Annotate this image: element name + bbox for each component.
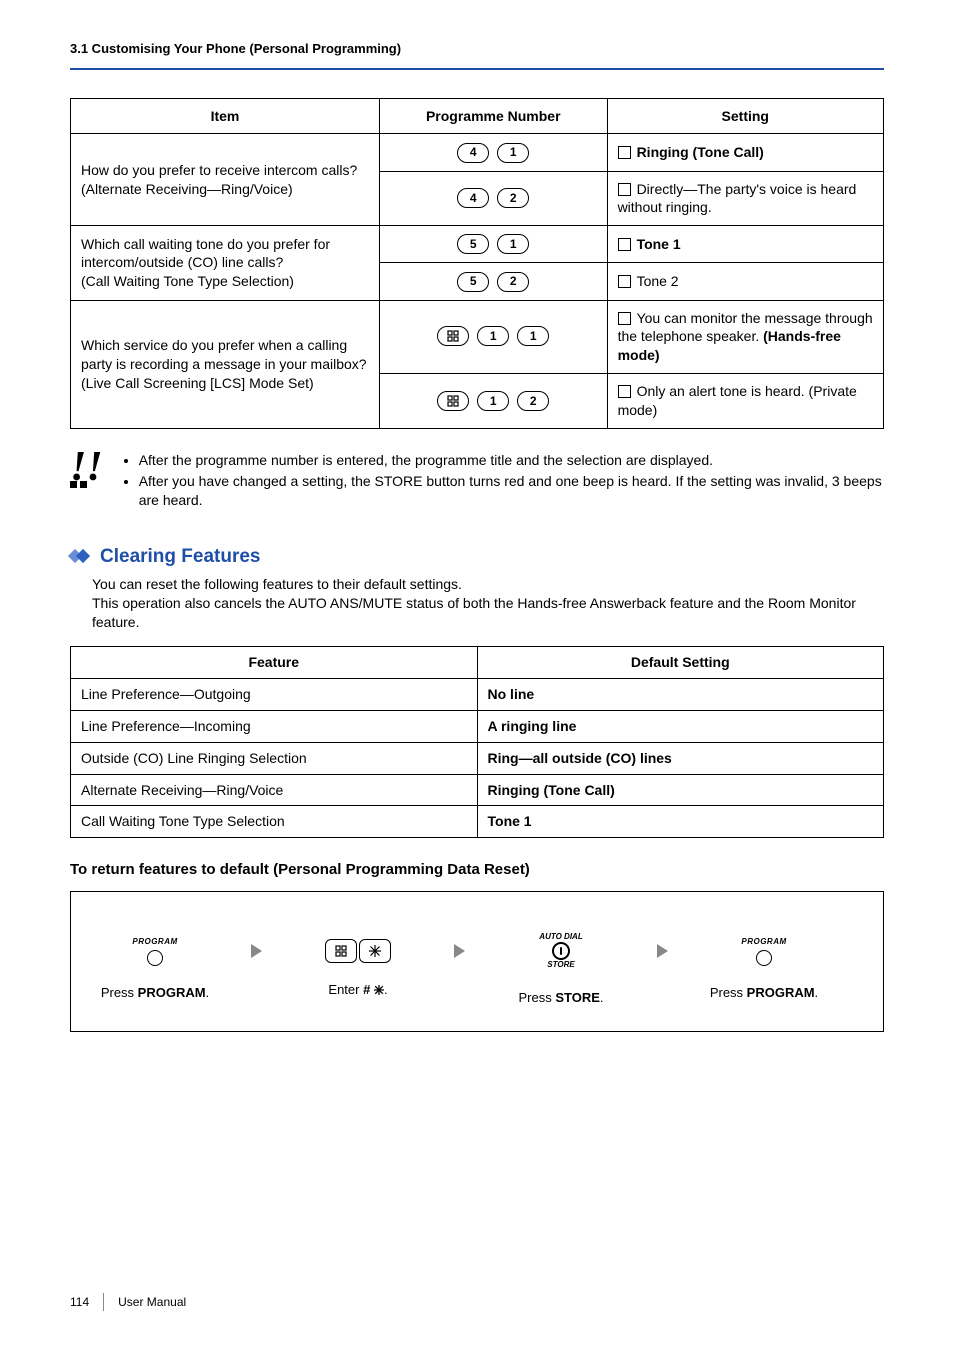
numeric-key: 5 [457,272,489,292]
default-cell: Ring—all outside (CO) lines [477,742,884,774]
subheading: To return features to default (Personal … [70,860,884,880]
header-rule [70,68,884,70]
hash-key-icon [437,391,469,411]
programme-cell: 12 [379,374,607,429]
clearing-body: You can reset the following features to … [92,575,884,632]
exclamation-icon: !! [70,451,103,512]
hash-key-icon [437,326,469,346]
default-cell: A ringing line [477,710,884,742]
page-footer: 114 User Manual [70,1293,186,1311]
setting-cell: You can monitor the message through the … [607,300,883,374]
col-header-default: Default Setting [477,646,884,678]
col-header-feature: Feature [71,646,478,678]
programme-cell: 11 [379,300,607,374]
item-cell: Which call waiting tone do you prefer fo… [71,226,380,300]
program-button-icon: PROGRAM [741,937,786,966]
table-row: How do you prefer to receive intercom ca… [71,134,884,171]
procedure-step: PROGRAM Press PROGRAM. [704,937,824,1001]
procedure-step: AUTO DIALSTORE Press STORE. [501,932,621,1007]
default-cell: No line [477,678,884,710]
clearing-heading-row: Clearing Features [70,544,884,570]
note-item: After the programme number is entered, t… [139,451,884,470]
checkbox-icon [618,146,631,159]
feature-cell: Call Waiting Tone Type Selection [71,806,478,838]
numeric-key: 4 [457,143,489,163]
col-header-item: Item [71,98,380,134]
store-button-icon: AUTO DIALSTORE [539,932,582,972]
diamond-icon [70,548,92,564]
settings-table: Item Programme Number Setting How do you… [70,98,884,429]
programme-cell: 42 [379,171,607,226]
numeric-key: 1 [517,326,549,346]
numeric-key: 2 [497,272,529,292]
section-title: 3.1 Customising Your Phone (Personal Pro… [70,40,884,64]
arrow-icon [454,944,465,958]
defaults-table: Feature Default Setting Line Preference—… [70,646,884,838]
feature-cell: Line Preference—Outgoing [71,678,478,710]
procedure-box: PROGRAM Press PROGRAM. Enter # . AUTO DIALS… [70,891,884,1032]
checkbox-icon [618,312,631,325]
setting-cell: Tone 2 [607,263,883,300]
checkbox-icon [618,183,631,196]
notes-row: !! After the programme number is entered… [70,451,884,512]
arrow-icon [251,944,262,958]
col-header-prog: Programme Number [379,98,607,134]
page-header: 3.1 Customising Your Phone (Personal Pro… [70,40,884,70]
programme-cell: 51 [379,226,607,263]
setting-cell: Tone 1 [607,226,883,263]
table-row: Which service do you prefer when a calli… [71,300,884,374]
default-cell: Tone 1 [477,806,884,838]
feature-cell: Line Preference—Incoming [71,710,478,742]
setting-cell: Only an alert tone is heard. (Private mo… [607,374,883,429]
programme-cell: 41 [379,134,607,171]
procedure-step: PROGRAM Press PROGRAM. [95,937,215,1001]
numeric-key: 1 [497,234,529,254]
col-header-setting: Setting [607,98,883,134]
item-cell: Which service do you prefer when a calli… [71,300,380,428]
table-row: Outside (CO) Line Ringing SelectionRing—… [71,742,884,774]
numeric-key: 1 [477,391,509,411]
clearing-title: Clearing Features [100,544,261,570]
numeric-key: 1 [497,143,529,163]
table-row: Line Preference—IncomingA ringing line [71,710,884,742]
procedure-caption: Press STORE. [518,989,603,1007]
numeric-key: 5 [457,234,489,254]
feature-cell: Alternate Receiving—Ring/Voice [71,774,478,806]
checkbox-icon [618,275,631,288]
footer-divider [103,1293,104,1311]
table-row: Alternate Receiving—Ring/VoiceRinging (T… [71,774,884,806]
setting-cell: Ringing (Tone Call) [607,134,883,171]
hash-star-keys-icon [325,939,391,963]
table-row: Line Preference—OutgoingNo line [71,678,884,710]
procedure-step: Enter # . [298,939,418,999]
default-cell: Ringing (Tone Call) [477,774,884,806]
setting-cell: Directly—The party's voice is heard with… [607,171,883,226]
footer-label: User Manual [118,1294,186,1310]
numeric-key: 4 [457,188,489,208]
table-row: Call Waiting Tone Type SelectionTone 1 [71,806,884,838]
procedure-caption: Press PROGRAM. [710,984,818,1002]
numeric-key: 2 [517,391,549,411]
page-number: 114 [70,1294,89,1310]
item-cell: How do you prefer to receive intercom ca… [71,134,380,226]
procedure-caption: Press PROGRAM. [101,984,209,1002]
feature-cell: Outside (CO) Line Ringing Selection [71,742,478,774]
procedure-caption: Enter # . [328,981,387,999]
notes-list: After the programme number is entered, t… [121,451,884,512]
numeric-key: 1 [477,326,509,346]
table-row: Which call waiting tone do you prefer fo… [71,226,884,263]
program-button-icon: PROGRAM [132,937,177,966]
note-item: After you have changed a setting, the ST… [139,472,884,510]
numeric-key: 2 [497,188,529,208]
arrow-icon [657,944,668,958]
checkbox-icon [618,238,631,251]
programme-cell: 52 [379,263,607,300]
checkbox-icon [618,385,631,398]
